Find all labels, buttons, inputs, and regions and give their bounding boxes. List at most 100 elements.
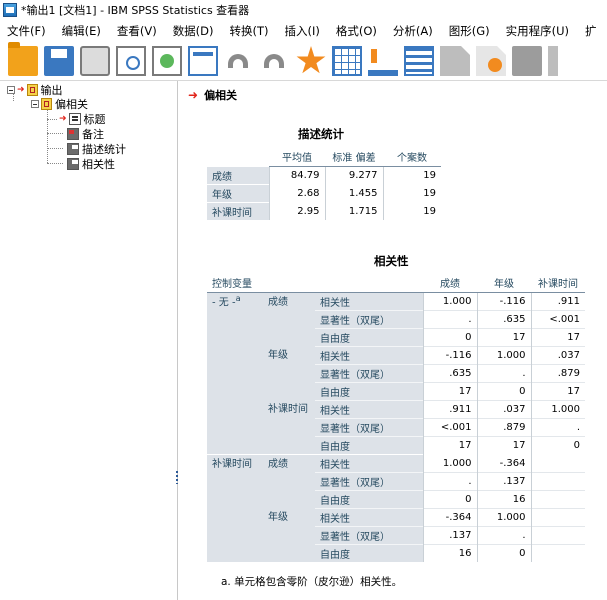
table-cell[interactable]: 1.715 bbox=[324, 201, 383, 220]
table-cell[interactable] bbox=[530, 507, 585, 526]
descriptive-table[interactable]: 平均值 标准 偏差 个案数 成绩 84.79 9.277 19 年级 2.68 … bbox=[207, 148, 441, 220]
table-cell[interactable]: .137 bbox=[476, 471, 531, 490]
table-cell[interactable]: . bbox=[422, 309, 477, 328]
table-cell[interactable]: 17 bbox=[422, 435, 477, 454]
tree-group-partial-corr[interactable]: 偏相关 bbox=[31, 96, 88, 112]
print-icon[interactable] bbox=[80, 46, 110, 76]
stat-label: 显著性（双尾） bbox=[315, 309, 423, 328]
stat-label: 自由度 bbox=[315, 327, 423, 346]
menu-utilities[interactable]: 实用程序(U) bbox=[499, 23, 578, 39]
menu-transform[interactable]: 转换(T) bbox=[223, 23, 278, 39]
redo-icon[interactable] bbox=[260, 46, 290, 76]
table-cell[interactable]: .911 bbox=[530, 291, 585, 310]
tree-item-correlations[interactable]: 相关性 bbox=[67, 156, 115, 172]
run-script-icon[interactable] bbox=[476, 46, 506, 76]
save-icon[interactable] bbox=[44, 46, 74, 76]
table-cell[interactable]: .137 bbox=[422, 525, 477, 544]
table-cell[interactable] bbox=[530, 453, 585, 472]
pane-splitter-grip[interactable] bbox=[175, 470, 179, 484]
table-cell[interactable]: 0 bbox=[476, 381, 531, 400]
title-doc-icon bbox=[68, 113, 81, 125]
table-cell[interactable]: 1.000 bbox=[422, 453, 477, 472]
goto-case-icon[interactable] bbox=[332, 46, 362, 76]
goto-data-icon[interactable] bbox=[296, 46, 326, 74]
table-cell[interactable]: 0 bbox=[422, 489, 477, 508]
table-cell[interactable]: .879 bbox=[476, 417, 531, 436]
table-cell[interactable]: -.116 bbox=[476, 291, 531, 310]
table-cell[interactable] bbox=[530, 525, 585, 544]
split-file-icon[interactable] bbox=[404, 46, 434, 76]
designate-window-icon[interactable] bbox=[440, 46, 470, 76]
table-cell[interactable]: .911 bbox=[422, 399, 477, 418]
table-cell[interactable]: .879 bbox=[530, 363, 585, 382]
table-cell[interactable]: 19 bbox=[382, 165, 441, 184]
table-cell[interactable]: 0 bbox=[530, 435, 585, 454]
table-cell[interactable] bbox=[530, 543, 585, 562]
table-cell[interactable]: 1.000 bbox=[476, 507, 531, 526]
menu-extensions[interactable]: 扩 bbox=[578, 23, 606, 39]
table-cell[interactable]: 19 bbox=[382, 183, 441, 202]
stat-label: 自由度 bbox=[315, 435, 423, 454]
table-cell[interactable]: 1.455 bbox=[324, 183, 383, 202]
table-cell[interactable]: 17 bbox=[530, 381, 585, 400]
table-cell[interactable]: 19 bbox=[382, 201, 441, 220]
table-cell[interactable]: 9.277 bbox=[324, 165, 383, 184]
open-folder-icon[interactable] bbox=[8, 42, 38, 76]
table-cell[interactable]: 17 bbox=[530, 327, 585, 346]
table-cell[interactable]: <.001 bbox=[422, 417, 477, 436]
menu-insert[interactable]: 插入(I) bbox=[278, 23, 329, 39]
undo-icon[interactable] bbox=[224, 46, 254, 76]
menu-edit[interactable]: 编辑(E) bbox=[55, 23, 110, 39]
variables-icon[interactable] bbox=[368, 46, 398, 76]
table-cell[interactable]: -.364 bbox=[422, 507, 477, 526]
table-cell[interactable]: .635 bbox=[476, 309, 531, 328]
table-cell[interactable] bbox=[530, 471, 585, 490]
menu-analyze[interactable]: 分析(A) bbox=[386, 23, 442, 39]
table-cell[interactable] bbox=[530, 489, 585, 508]
table-cell[interactable]: . bbox=[476, 525, 531, 544]
collapse-icon[interactable] bbox=[7, 86, 15, 94]
table-cell[interactable]: 1.000 bbox=[476, 345, 531, 364]
table-cell[interactable]: . bbox=[476, 363, 531, 382]
collapse-icon[interactable] bbox=[31, 100, 39, 108]
menu-graphs[interactable]: 图形(G) bbox=[442, 23, 499, 39]
menu-file[interactable]: 文件(F) bbox=[0, 23, 55, 39]
table-cell[interactable]: 17 bbox=[422, 381, 477, 400]
print-preview-icon[interactable] bbox=[116, 46, 146, 76]
table-cell[interactable]: .037 bbox=[476, 399, 531, 418]
recall-dialog-icon[interactable] bbox=[188, 46, 218, 76]
table-cell[interactable]: 17 bbox=[476, 435, 531, 454]
tree-item-descriptives[interactable]: 描述统计 bbox=[67, 141, 126, 157]
cut-icon[interactable] bbox=[548, 46, 558, 76]
table-cell[interactable]: 0 bbox=[422, 327, 477, 346]
col-header: 个案数 bbox=[383, 148, 441, 167]
table-cell[interactable]: 16 bbox=[422, 543, 477, 562]
tree-item-title[interactable]: ➜ 标题 bbox=[59, 111, 106, 127]
correlations-table[interactable]: 控制变量 成绩 年级 补课时间 - 无 -a 成绩 相关性 1.000 -.11… bbox=[207, 274, 585, 562]
table-cell[interactable]: 1.000 bbox=[422, 291, 477, 310]
table-cell[interactable]: .037 bbox=[530, 345, 585, 364]
table-cell[interactable]: 17 bbox=[476, 327, 531, 346]
table-cell[interactable]: . bbox=[422, 471, 477, 490]
stat-label: 自由度 bbox=[315, 381, 423, 400]
table-cell[interactable]: . bbox=[530, 417, 585, 436]
table-cell[interactable]: 2.95 bbox=[268, 201, 325, 220]
gray-square-icon[interactable] bbox=[512, 46, 542, 76]
table-cell[interactable]: 0 bbox=[476, 543, 531, 562]
table-cell[interactable]: -.116 bbox=[422, 345, 477, 364]
table-cell[interactable]: -.364 bbox=[476, 453, 531, 472]
outline-pane: ➜ 输出 偏相关 ➜ 标题 备注 描述统计 相关性 bbox=[0, 81, 178, 600]
table-cell[interactable]: 1.000 bbox=[530, 399, 585, 418]
tree-item-notes[interactable]: 备注 bbox=[67, 126, 104, 142]
table-cell[interactable]: 2.68 bbox=[268, 183, 325, 202]
menu-view[interactable]: 查看(V) bbox=[110, 23, 166, 39]
table-cell[interactable]: <.001 bbox=[530, 309, 585, 328]
menu-data[interactable]: 数据(D) bbox=[166, 23, 223, 39]
stat-label: 显著性（双尾） bbox=[315, 525, 423, 544]
col-header: 标准 偏差 bbox=[325, 148, 383, 167]
table-cell[interactable]: 16 bbox=[476, 489, 531, 508]
export-icon[interactable] bbox=[152, 46, 182, 76]
table-cell[interactable]: 84.79 bbox=[268, 165, 325, 184]
menu-format[interactable]: 格式(O) bbox=[329, 23, 386, 39]
table-cell[interactable]: .635 bbox=[422, 363, 477, 382]
